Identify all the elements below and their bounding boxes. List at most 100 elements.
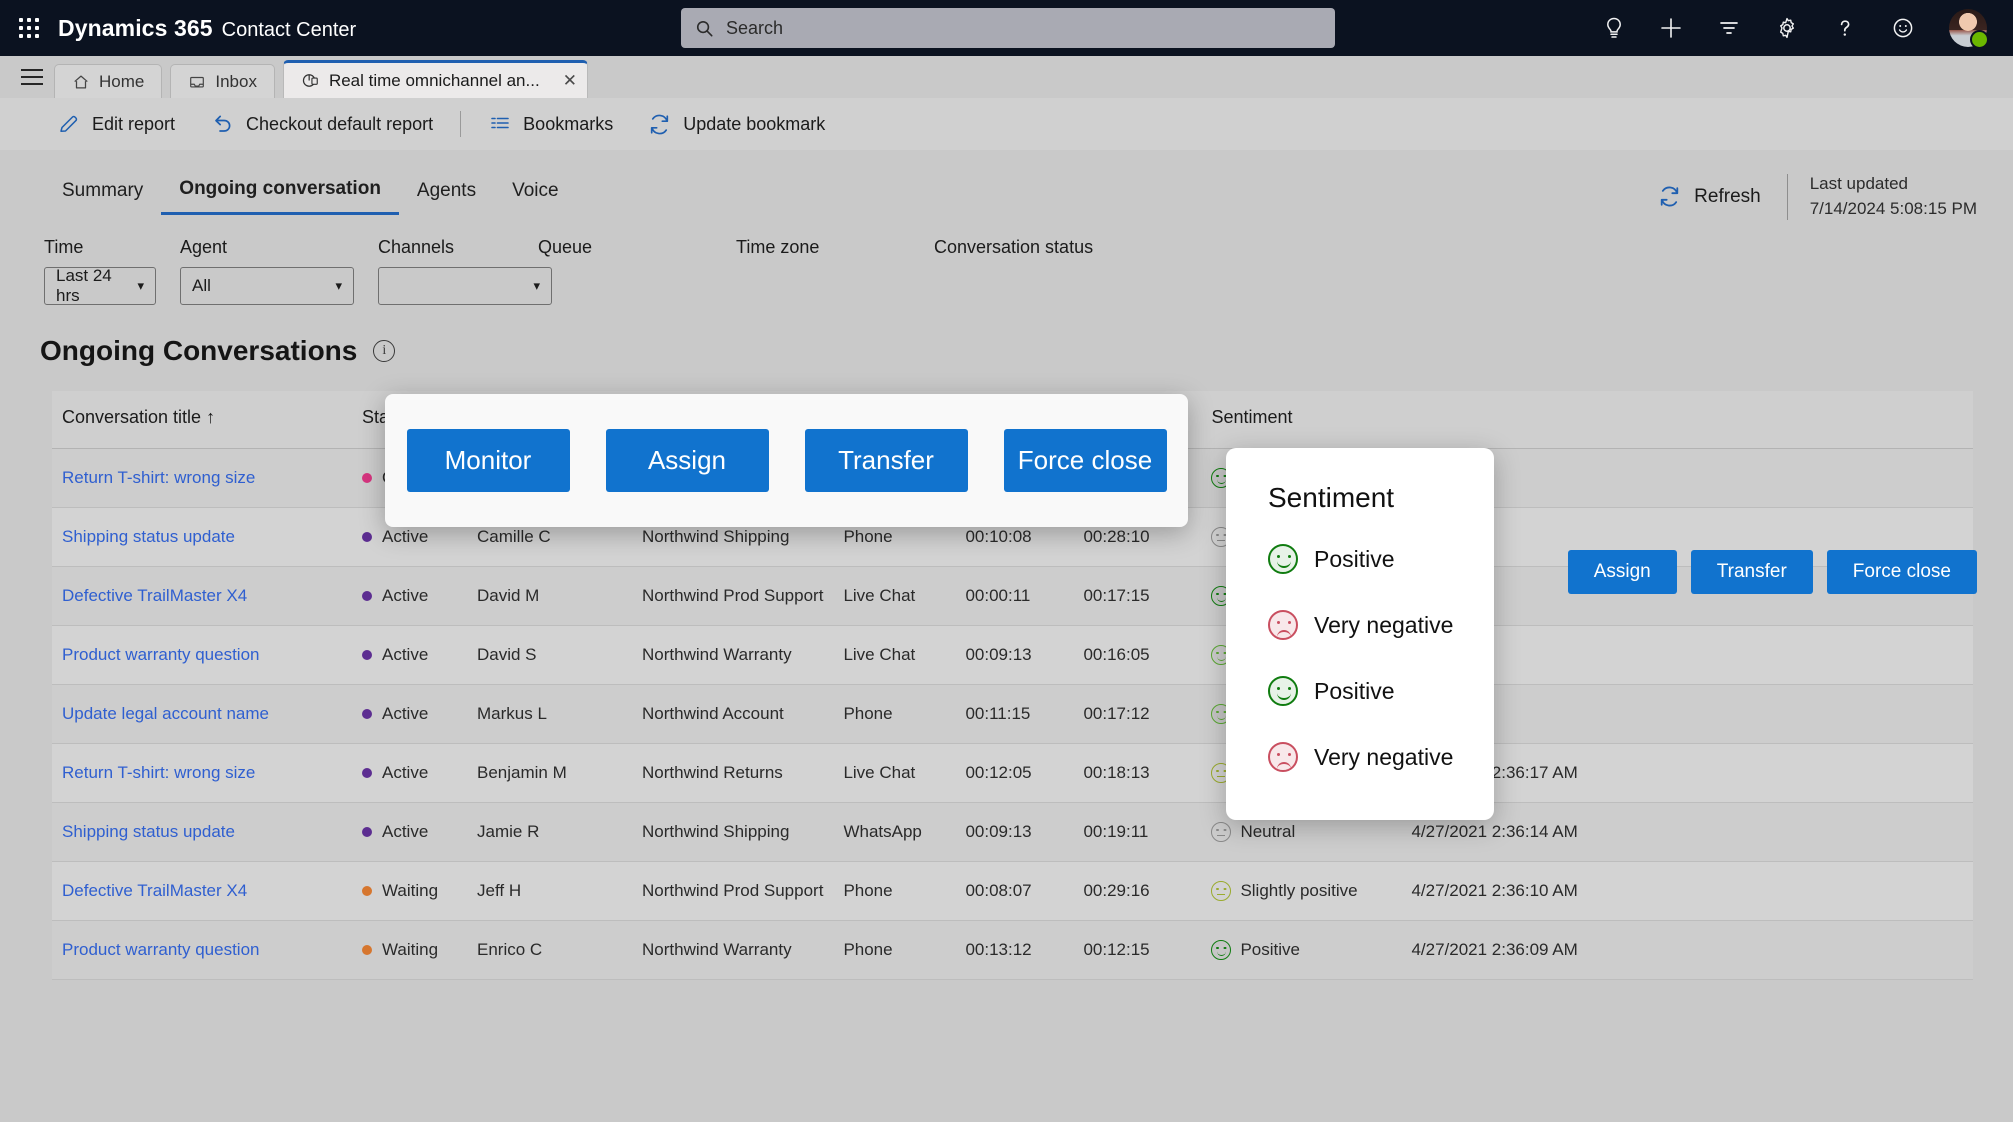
cell-conversation-title[interactable]: Defective TrailMaster X4 xyxy=(52,566,352,626)
status-dot xyxy=(362,945,372,955)
command-bar: Edit report Checkout default report Book… xyxy=(0,98,2013,150)
edit-report-button[interactable]: Edit report xyxy=(40,107,192,141)
status-label: Active xyxy=(382,763,429,782)
sentiment-option[interactable]: Very negative xyxy=(1268,610,1494,640)
filter-time-select[interactable]: Last 24 hrs ▾ xyxy=(44,266,156,305)
refresh-button[interactable]: Refresh xyxy=(1657,184,1787,209)
tab-inbox[interactable]: Inbox xyxy=(170,64,275,98)
table-row[interactable]: Defective TrailMaster X4 Waiting Jeff H Nor… xyxy=(52,861,1973,921)
app-launcher-icon[interactable] xyxy=(0,18,58,38)
filter-icon[interactable] xyxy=(1717,16,1741,40)
column-conversation-title[interactable]: Conversation title ↑ xyxy=(52,391,352,449)
assign-button[interactable]: Assign xyxy=(1567,550,1677,594)
table-body: Return T-shirt: wrong sizeOpenJeremy JNo… xyxy=(52,448,1973,980)
table-row[interactable]: Product warranty question Waiting Enrico C… xyxy=(52,920,1973,980)
tab-home[interactable]: Home xyxy=(54,64,163,98)
conversation-title-link[interactable]: Update legal account name xyxy=(62,704,269,723)
sentiment-option[interactable]: Positive xyxy=(1268,676,1494,706)
conversation-title-link[interactable]: Defective TrailMaster X4 xyxy=(62,586,247,605)
app-name: Contact Center xyxy=(221,18,357,41)
sentiment-option-label: Positive xyxy=(1314,677,1395,704)
transfer-button[interactable]: Transfer xyxy=(1690,550,1813,594)
force-close-button[interactable]: Force close xyxy=(1826,550,1977,594)
info-icon[interactable]: i xyxy=(373,340,396,362)
cell-queue: Northwind Account xyxy=(632,684,834,744)
conversation-title-link[interactable]: Defective TrailMaster X4 xyxy=(62,881,247,900)
cell-conversation-title[interactable]: Product warranty question xyxy=(52,920,352,980)
conversation-title-link[interactable]: Product warranty question xyxy=(62,940,260,959)
user-avatar[interactable] xyxy=(1949,9,1989,49)
help-icon[interactable] xyxy=(1833,16,1857,40)
conversation-title-link[interactable]: Shipping status update xyxy=(62,822,235,841)
cell-conversation-title[interactable]: Defective TrailMaster X4 xyxy=(52,861,352,921)
cell-timestamp: 4/27/2021 2:36:09 AM xyxy=(1401,920,1973,980)
cell-conv-time: 00:12:15 xyxy=(1073,920,1202,980)
conversation-title-link[interactable]: Product warranty question xyxy=(62,645,260,664)
filter-agent-select[interactable]: All ▾ xyxy=(180,267,354,305)
cell-conv-time: 00:29:16 xyxy=(1073,861,1202,921)
conversation-title-link[interactable]: Shipping status update xyxy=(62,527,235,546)
table-row[interactable]: Return T-shirt: wrong size Active Benjamin… xyxy=(52,743,1973,803)
tab-voice[interactable]: Voice xyxy=(494,174,576,214)
global-search[interactable]: Search xyxy=(681,8,1335,48)
cell-channel: Phone xyxy=(833,861,956,921)
site-map-menu-icon[interactable] xyxy=(10,56,54,98)
status-dot xyxy=(362,768,372,778)
filter-agent-value: All xyxy=(192,276,211,295)
cell-active-agent: Markus L xyxy=(467,684,632,744)
plus-icon[interactable] xyxy=(1659,16,1683,40)
table-row[interactable]: Update legal account name Active Markus LN… xyxy=(52,684,1973,744)
brand[interactable]: Dynamics 365 Contact Center xyxy=(58,15,356,42)
force-close-action-button[interactable]: Force close xyxy=(1003,429,1167,492)
status-label: Active xyxy=(382,704,429,723)
bookmarks-button[interactable]: Bookmarks xyxy=(471,107,630,141)
sentiment-label: Neutral xyxy=(1240,822,1296,841)
gear-icon[interactable] xyxy=(1775,16,1799,40)
cell-active-agent: David M xyxy=(467,566,632,626)
tab-ongoing-conversation[interactable]: Ongoing conversation xyxy=(161,172,399,215)
cell-conversation-title[interactable]: Product warranty question xyxy=(52,625,352,685)
sentiment-option[interactable]: Very negative xyxy=(1268,742,1494,772)
tab-summary[interactable]: Summary xyxy=(44,174,161,214)
cell-channel: Live Chat xyxy=(833,566,956,626)
conversation-title-link[interactable]: Return T-shirt: wrong size xyxy=(62,763,255,782)
conversation-title-link[interactable]: Return T-shirt: wrong size xyxy=(62,468,255,487)
transfer-action-button[interactable]: Transfer xyxy=(804,429,968,492)
table-row[interactable]: Product warranty question Active David S No… xyxy=(52,625,1973,685)
cell-conversation-title[interactable]: Shipping status update xyxy=(52,507,352,567)
cell-queue: Northwind Warranty xyxy=(632,625,834,685)
cell-conv-time: 00:19:11 xyxy=(1073,802,1202,862)
row-action-buttons: Assign Transfer Force close xyxy=(1567,550,1977,594)
cell-conversation-title[interactable]: Return T-shirt: wrong size xyxy=(52,743,352,803)
section-header: Ongoing Conversations i xyxy=(0,305,2013,367)
tab-summary-label: Summary xyxy=(62,179,144,201)
cell-timestamp: 4/27/2021 2:36:10 AM xyxy=(1401,861,1973,921)
sentiment-option[interactable]: Positive xyxy=(1268,544,1494,574)
cell-conversation-title[interactable]: Shipping status update xyxy=(52,802,352,862)
update-bookmark-button[interactable]: Update bookmark xyxy=(630,107,842,141)
filter-time-value: Last 24 hrs xyxy=(56,266,112,305)
monitor-action-button[interactable]: Monitor xyxy=(406,429,570,492)
update-bookmark-label: Update bookmark xyxy=(683,113,826,134)
tab-agents[interactable]: Agents xyxy=(399,174,494,214)
lightbulb-icon[interactable] xyxy=(1603,16,1625,40)
column-sentiment[interactable]: Sentiment xyxy=(1201,391,1402,449)
column-timestamp[interactable] xyxy=(1401,391,1973,449)
close-icon[interactable]: ✕ xyxy=(563,71,577,91)
status-dot xyxy=(362,827,372,837)
checkout-default-report-button[interactable]: Checkout default report xyxy=(192,107,450,141)
filter-channels-select[interactable]: ▾ xyxy=(378,267,552,305)
cell-sentiment: Slightly positive xyxy=(1201,861,1402,921)
status-dot xyxy=(362,591,372,601)
top-icon-group xyxy=(1603,9,2013,49)
assign-action-button[interactable]: Assign xyxy=(605,429,769,492)
cell-conversation-title[interactable]: Return T-shirt: wrong size xyxy=(52,448,352,508)
cell-active-agent: Benjamin M xyxy=(467,743,632,803)
table-row[interactable]: Shipping status update Active Jamie R North… xyxy=(52,802,1973,862)
search-input[interactable]: Search xyxy=(681,8,1335,48)
cell-conversation-title[interactable]: Update legal account name xyxy=(52,684,352,744)
page-title: Ongoing Conversations xyxy=(40,335,358,366)
tab-real-time-omnichannel[interactable]: Real time omnichannel an... ✕ xyxy=(282,60,588,98)
smiley-icon[interactable] xyxy=(1891,16,1915,40)
cell-channel: Live Chat xyxy=(833,625,956,685)
